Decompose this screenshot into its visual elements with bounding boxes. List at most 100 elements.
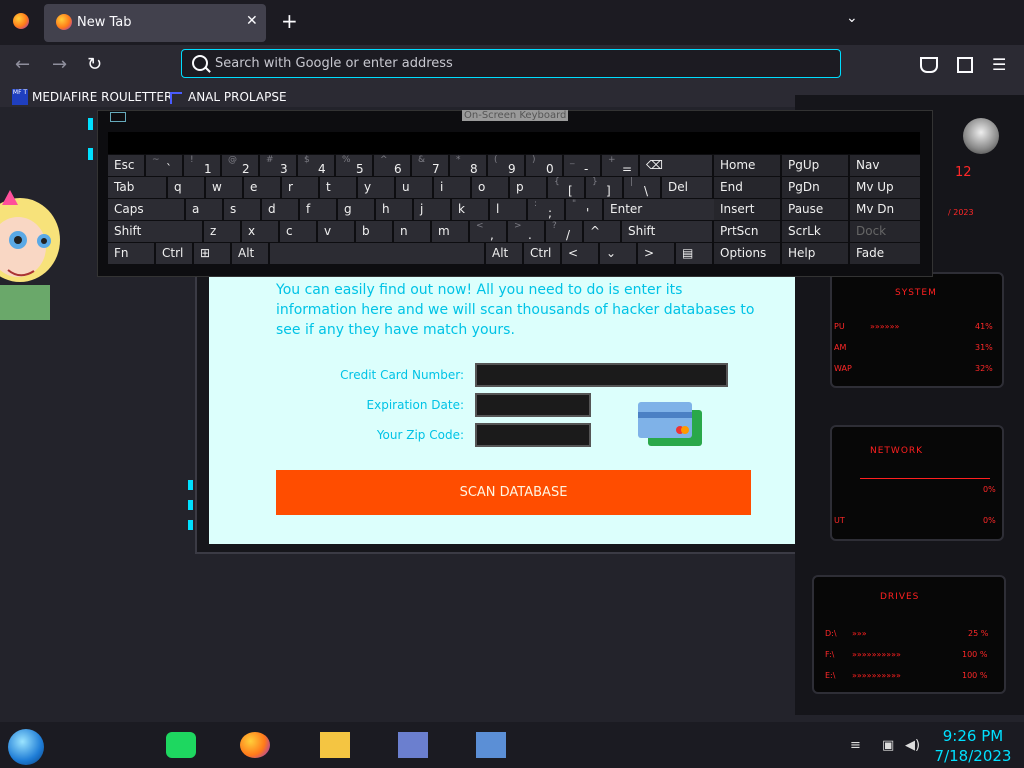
expiration-input[interactable] — [475, 393, 591, 417]
osk-nav-key[interactable]: Options — [714, 243, 780, 264]
osk-key[interactable]: n — [394, 221, 430, 242]
osk-key[interactable]: Alt — [232, 243, 268, 264]
osk-key[interactable]: l — [490, 199, 526, 220]
tab-new-tab[interactable]: New Tab ✕ — [44, 4, 266, 42]
firefox-icon[interactable] — [13, 13, 29, 29]
network-icon[interactable]: ▣ — [882, 738, 894, 753]
osk-key[interactable]: (9 — [488, 155, 524, 176]
osk-key[interactable]: r — [282, 177, 318, 198]
osk-key[interactable]: Shift — [108, 221, 202, 242]
osk-key[interactable]: m — [432, 221, 468, 242]
osk-nav-key[interactable]: Home — [714, 155, 780, 176]
notification-icon[interactable]: ≡ — [850, 738, 861, 753]
osk-key[interactable]: _ - — [564, 155, 600, 176]
osk-nav-key[interactable]: ScrLk — [782, 221, 848, 242]
osk-key[interactable]: >. — [508, 221, 544, 242]
osk-key[interactable]: ~ ` — [146, 155, 182, 176]
osk-key[interactable]: z — [204, 221, 240, 242]
osk-key[interactable]: Shift — [622, 221, 712, 242]
osk-key[interactable]: Ctrl — [524, 243, 560, 264]
osk-key[interactable]: ^ — [584, 221, 620, 242]
osk-nav-key[interactable]: Mv Dn — [850, 199, 920, 220]
tab-close-icon[interactable]: ✕ — [246, 13, 258, 29]
osk-key[interactable]: v — [318, 221, 354, 242]
osk-key[interactable]: p — [510, 177, 546, 198]
osk-key[interactable]: y — [358, 177, 394, 198]
osk-nav-key[interactable]: End — [714, 177, 780, 198]
scan-database-button[interactable]: SCAN DATABASE — [276, 470, 751, 515]
osk-key[interactable]: h — [376, 199, 412, 220]
clock-time[interactable]: 9:26 PM — [930, 727, 1016, 745]
osk-key[interactable]: Esc — [108, 155, 144, 176]
osk-key[interactable]: f — [300, 199, 336, 220]
osk-nav-key[interactable]: PrtScn — [714, 221, 780, 242]
osk-key[interactable]: {[ — [548, 177, 584, 198]
osk-key[interactable]: c — [280, 221, 316, 242]
menu-icon[interactable]: ☰ — [992, 55, 1006, 74]
osk-key[interactable]: " ' — [566, 199, 602, 220]
start-button[interactable] — [8, 729, 44, 765]
osk-key[interactable]: ) 0 — [526, 155, 562, 176]
osk-nav-key[interactable]: Help — [782, 243, 848, 264]
osk-key[interactable]: Del — [662, 177, 712, 198]
file-explorer-icon[interactable] — [320, 732, 350, 758]
osk-key[interactable]: e — [244, 177, 280, 198]
osk-key[interactable]: j — [414, 199, 450, 220]
osk-key[interactable]: ⌫ — [640, 155, 712, 176]
osk-key[interactable]: u — [396, 177, 432, 198]
osk-nav-key[interactable]: Fade — [850, 243, 920, 264]
osk-key[interactable]: Tab — [108, 177, 166, 198]
address-bar[interactable]: Search with Google or enter address — [181, 49, 841, 78]
osk-key[interactable]: :; — [528, 199, 564, 220]
volume-icon[interactable]: ◀) — [905, 738, 920, 753]
osk-key[interactable]: $4 — [298, 155, 334, 176]
osk-key[interactable]: < — [562, 243, 598, 264]
osk-key[interactable]: & 7 — [412, 155, 448, 176]
osk-key[interactable]: Ctrl — [156, 243, 192, 264]
osk-key[interactable]: > — [638, 243, 674, 264]
reload-button[interactable]: ↻ — [87, 54, 102, 75]
osk-nav-key[interactable]: Dock — [850, 221, 920, 242]
keyboard-taskbar-icon[interactable] — [476, 732, 506, 758]
bookmark-mediafire[interactable]: MEDIAFIRE ROULETTER — [32, 90, 172, 104]
osk-key[interactable]: Alt — [486, 243, 522, 264]
app-window-icon[interactable] — [398, 732, 428, 758]
forward-button[interactable]: → — [52, 54, 67, 75]
osk-key[interactable]: + = — [602, 155, 638, 176]
osk-key[interactable]: Caps — [108, 199, 184, 220]
osk-key[interactable]: g — [338, 199, 374, 220]
osk-nav-key[interactable]: Insert — [714, 199, 780, 220]
osk-key[interactable]: a — [186, 199, 222, 220]
osk-key[interactable]: @2 — [222, 155, 258, 176]
new-tab-button[interactable]: + — [281, 9, 298, 33]
pocket-icon[interactable] — [920, 57, 938, 73]
osk-nav-key[interactable]: PgUp — [782, 155, 848, 176]
osk-key[interactable]: k — [452, 199, 488, 220]
osk-key[interactable]: q — [168, 177, 204, 198]
osk-key[interactable]: t — [320, 177, 356, 198]
osk-key[interactable]: s — [224, 199, 260, 220]
card-number-input[interactable] — [475, 363, 728, 387]
osk-key[interactable]: #3 — [260, 155, 296, 176]
osk-key[interactable]: Enter — [604, 199, 728, 220]
osk-key[interactable]: d — [262, 199, 298, 220]
osk-key[interactable]: * 8 — [450, 155, 486, 176]
osk-key[interactable]: i — [434, 177, 470, 198]
zip-input[interactable] — [475, 423, 591, 447]
osk-key[interactable]: x — [242, 221, 278, 242]
osk-nav-key[interactable]: PgDn — [782, 177, 848, 198]
osk-key[interactable]: ^ 6 — [374, 155, 410, 176]
osk-key[interactable]: ? / — [546, 221, 582, 242]
osk-key[interactable]: Fn — [108, 243, 154, 264]
osk-nav-key[interactable]: Nav — [850, 155, 920, 176]
firefox-taskbar-icon[interactable] — [240, 732, 270, 758]
osk-key[interactable]: % 5 — [336, 155, 372, 176]
clock-date[interactable]: 7/18/2023 — [930, 747, 1016, 765]
back-button[interactable]: ← — [15, 54, 30, 75]
osk-key[interactable]: ! 1 — [184, 155, 220, 176]
osk-nav-key[interactable]: Pause — [782, 199, 848, 220]
osk-key[interactable]: }] — [586, 177, 622, 198]
osk-key[interactable]: ▤ — [676, 243, 712, 264]
osk-nav-key[interactable]: Mv Up — [850, 177, 920, 198]
spotify-icon[interactable] — [166, 732, 196, 758]
